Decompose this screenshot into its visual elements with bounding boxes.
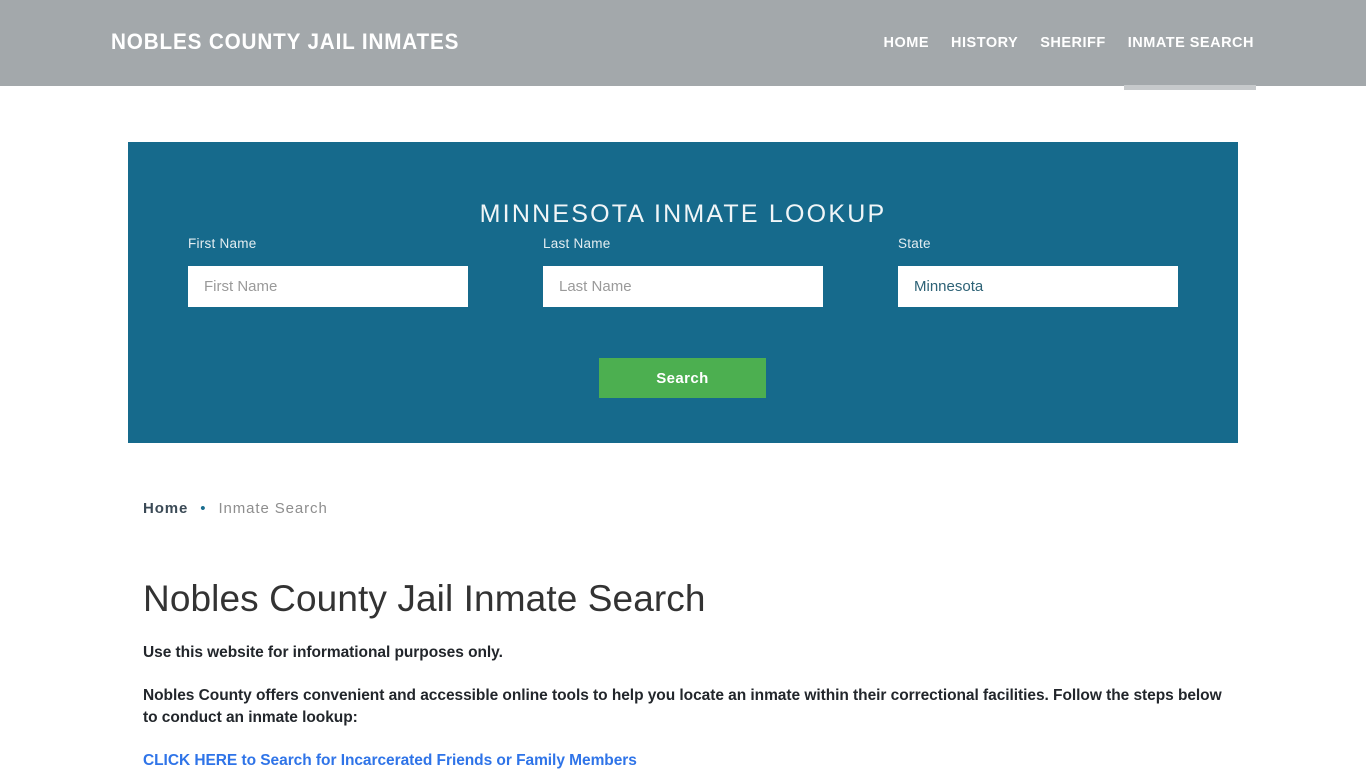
inmate-search-cta-link[interactable]: CLICK HERE to Search for Incarcerated Fr… [143,752,637,770]
first-name-field-group: First Name [188,236,468,307]
breadcrumb: Home • Inmate Search [143,500,1233,517]
last-name-field-group: Last Name [543,236,823,307]
nav-item-sheriff[interactable]: Sheriff [1029,0,1117,86]
inmate-lookup-panel: Minnesota Inmate Lookup First Name Last … [128,142,1238,443]
main-content: Home • Inmate Search Nobles County Jail … [143,500,1233,770]
nav-item-inmate-search[interactable]: Inmate Search [1117,0,1257,90]
state-select[interactable]: Minnesota [898,266,1178,307]
state-field-group: State Minnesota [898,236,1178,307]
site-header: Nobles County Jail Inmates Home History … [0,0,1366,90]
lookup-panel-title: Minnesota Inmate Lookup [479,199,887,228]
nav-item-home[interactable]: Home [873,0,941,86]
breadcrumb-current-page: Inmate Search [218,500,328,517]
breadcrumb-home-link[interactable]: Home [143,500,188,517]
first-name-label: First Name [188,236,257,251]
description-paragraph: Nobles County offers convenient and acce… [143,687,1222,727]
search-button[interactable]: Search [599,358,766,398]
state-label: State [898,236,931,251]
intro-paragraph: Use this website for informational purpo… [143,643,503,661]
breadcrumb-separator-icon: • [200,500,207,517]
first-name-input[interactable] [188,266,468,307]
nav-item-history[interactable]: History [940,0,1029,86]
page-title: Nobles County Jail Inmate Search [143,578,706,619]
main-navigation: Home History Sheriff Inmate Search [873,0,1257,90]
last-name-label: Last Name [543,236,611,251]
site-brand[interactable]: Nobles County Jail Inmates [111,29,459,55]
last-name-input[interactable] [543,266,823,307]
